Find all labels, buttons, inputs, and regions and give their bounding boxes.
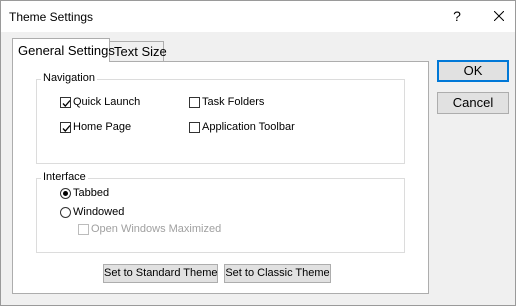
window-title: Theme Settings — [9, 10, 94, 24]
checkbox-box — [60, 97, 71, 108]
help-button[interactable]: ? — [443, 3, 471, 29]
radio-label: Windowed — [73, 206, 125, 218]
tab-general-settings[interactable]: General Settings — [12, 38, 115, 62]
radio-label: Tabbed — [73, 187, 110, 199]
cancel-button[interactable]: Cancel — [437, 92, 509, 114]
interface-group-label: Interface — [41, 171, 88, 183]
checkbox-label: Home Page — [73, 121, 132, 133]
checkbox-label: Quick Launch — [73, 96, 141, 108]
title-bar[interactable]: Theme Settings ? — [1, 1, 515, 32]
navigation-group: Navigation Quick Launch Task Folders Hom… — [36, 72, 405, 164]
checkbox-label: Application Toolbar — [202, 121, 295, 133]
theme-settings-dialog: Theme Settings ? General Settings Text S… — [0, 0, 516, 306]
checkbox-box — [60, 122, 71, 133]
checkbox-box — [189, 122, 200, 133]
radio-dot — [60, 207, 71, 218]
ok-button[interactable]: OK — [437, 60, 509, 82]
set-classic-theme-button[interactable]: Set to Classic Theme — [224, 264, 331, 283]
radio-selected-indicator — [63, 191, 68, 196]
set-standard-theme-button[interactable]: Set to Standard Theme — [103, 264, 218, 283]
interface-group: Interface Tabbed Windowed Open Windows M… — [36, 171, 405, 253]
checkmark-icon — [62, 125, 71, 132]
tab-text-size[interactable]: Text Size — [109, 41, 167, 61]
tab-label: Text Size — [114, 44, 167, 59]
general-settings-panel: Navigation Quick Launch Task Folders Hom… — [12, 61, 429, 294]
close-button[interactable] — [485, 3, 513, 29]
checkbox-label: Task Folders — [202, 96, 265, 108]
checkbox-label: Open Windows Maximized — [91, 223, 222, 235]
radio-dot — [60, 188, 71, 199]
close-icon — [493, 10, 505, 22]
tab-label: General Settings — [18, 43, 115, 58]
checkmark-icon — [62, 100, 71, 107]
checkbox-box — [189, 97, 200, 108]
checkbox-box — [78, 224, 89, 235]
navigation-group-label: Navigation — [41, 72, 97, 84]
